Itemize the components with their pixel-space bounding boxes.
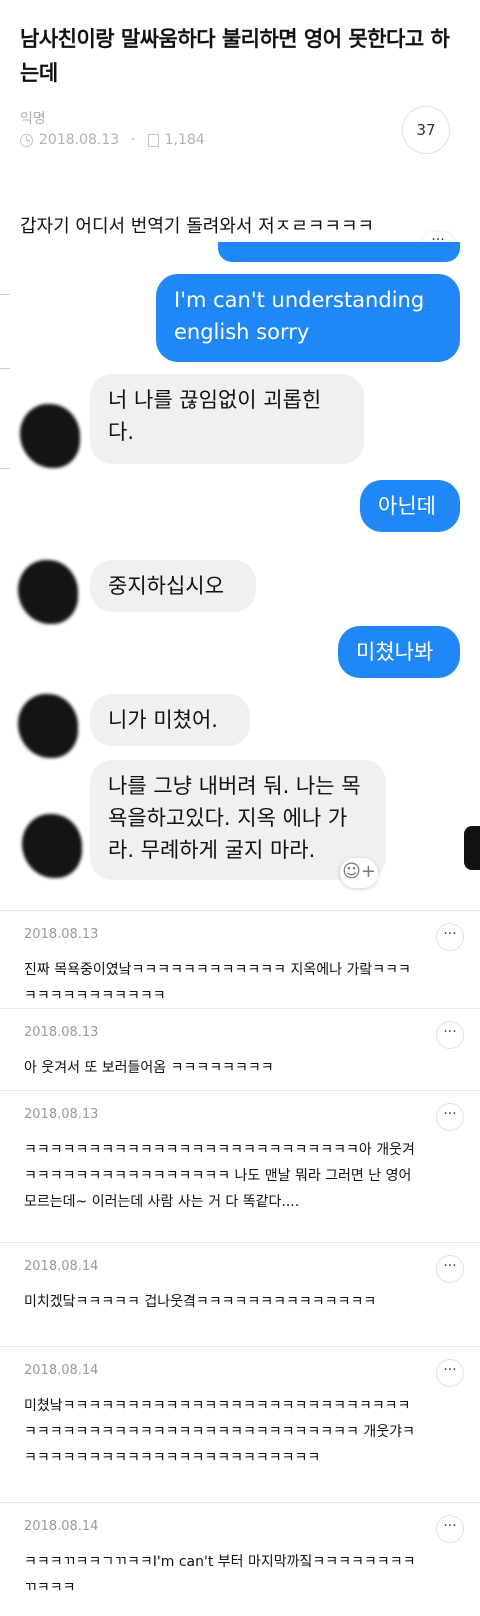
more-icon[interactable]: ··· [436, 1359, 464, 1387]
more-icon[interactable]: ··· [436, 1515, 464, 1543]
comment-text: 미쳤낰ㅋㅋㅋㅋㅋㅋㅋㅋㅋㅋㅋㅋㅋㅋㅋㅋㅋㅋㅋㅋㅋㅋㅋㅋㅋㅋㅋㅋㅋㅋㅋㅋㅋㅋㅋㅋㅋ… [24, 1398, 415, 1466]
clock-icon [20, 133, 33, 147]
more-icon[interactable]: ··· [436, 923, 464, 951]
cropped-shape [464, 826, 480, 870]
comment-date: 2018.08.14 [24, 1519, 99, 1534]
comment-item: 2018.08.13 ㅋㅋㅋㅋㅋㅋㅋㅋㅋㅋㅋㅋㅋㅋㅋㅋㅋㅋㅋㅋㅋㅋㅋㅋㅋㅋ아 개… [0, 1090, 480, 1242]
comment-text: ㅋㅋㅋㅋㅋㅋㅋㅋㅋㅋㅋㅋㅋㅋㅋㅋㅋㅋㅋㅋㅋㅋㅋㅋㅋㅋ아 개웃겨ㅋㅋㅋㅋㅋㅋㅋㅋㅋ… [24, 1142, 415, 1210]
post-meta: 2018.08.13 · 1,184 [20, 132, 205, 148]
avatar-obscured [18, 560, 78, 624]
edge-mark [0, 368, 10, 369]
comment-date: 2018.08.13 [24, 1025, 99, 1040]
message-bubble-partial [218, 242, 460, 262]
intro-caption: 갑자기 어디서 번역기 돌려와서 저ㅈㄹㅋㅋㅋㅋ [20, 216, 375, 237]
comment-date: 2018.08.13 [24, 1107, 99, 1122]
document-icon [147, 133, 159, 147]
comment-item: 2018.08.14 ㅋㅋㅋㄲㅋㅋㄱㄲㅋㅋI'm can't 부터 마지막까짘ㅋ… [0, 1502, 480, 1616]
comment-date: 2018.08.14 [24, 1363, 99, 1378]
post-title: 남사친이랑 말싸움하다 불리하면 영어 못한다고 하는데 [20, 27, 450, 85]
emoji-add-icon[interactable]: ☺+ [340, 858, 378, 888]
post-date: 2018.08.13 [39, 132, 120, 148]
message-bubble-sent: 미쳤나봐 [338, 626, 460, 678]
edge-mark [0, 468, 10, 469]
message-bubble-sent: I'm can't understanding english sorry [156, 274, 460, 362]
comment-item: 2018.08.14 미쳤낰ㅋㅋㅋㅋㅋㅋㅋㅋㅋㅋㅋㅋㅋㅋㅋㅋㅋㅋㅋㅋㅋㅋㅋㅋㅋㅋ… [0, 1346, 480, 1502]
more-icon[interactable]: ··· [436, 1255, 464, 1283]
avatar-obscured [20, 404, 80, 468]
avatar-obscured [22, 814, 82, 878]
view-count: 1,184 [164, 132, 205, 148]
author-name: 익명 [20, 111, 46, 127]
avatar-obscured [18, 694, 78, 758]
comment-item: 2018.08.13 아 웃겨서 또 보러들어옴 ㅋㅋㅋㅋㅋㅋㅋㅋ ··· [0, 1008, 480, 1090]
comment-item: 2018.08.13 진짜 목욕중이였낰ㅋㅋㅋㅋㅋㅋㅋㅋㅋㅋㅋㅋ 지옥에나 가랔… [0, 910, 480, 1008]
comment-date: 2018.08.13 [24, 927, 99, 942]
message-bubble-received: 중지하십시오 [90, 560, 256, 612]
edge-mark [0, 294, 10, 295]
chat-screenshot: 갑자기 어디서 번역기 돌려와서 저ㅈㄹㅋㅋㅋㅋ ··· I'm can't u… [0, 178, 480, 910]
comment-date: 2018.08.14 [24, 1259, 99, 1274]
more-icon[interactable]: ··· [436, 1021, 464, 1049]
comment-text: 진짜 목욕중이였낰ㅋㅋㅋㅋㅋㅋㅋㅋㅋㅋㅋㅋ 지옥에나 가랔ㅋㅋㅋㅋㅋㅋㅋㅋㅋㅋㅋ… [24, 962, 411, 1004]
comment-count-button[interactable]: 37 [402, 106, 450, 154]
comment-text: 아 웃겨서 또 보러들어옴 ㅋㅋㅋㅋㅋㅋㅋㅋ [24, 1060, 274, 1076]
message-bubble-received: 너 나를 끊임없이 괴롭힌다. [90, 374, 364, 464]
comment-text: 미치겠닼ㅋㅋㅋㅋㅋ 겁나웃곀ㅋㅋㅋㅋㅋㅋㅋㅋㅋㅋㅋㅋㅋㅋ [24, 1294, 377, 1310]
message-bubble-received: 니가 미쳤어. [90, 694, 250, 746]
message-bubble-sent: 아닌데 [360, 480, 460, 532]
post-header: 남사친이랑 말싸움하다 불리하면 영어 못한다고 하는데 [20, 22, 460, 90]
comment-item: 2018.08.14 미치겠닼ㅋㅋㅋㅋㅋ 겁나웃곀ㅋㅋㅋㅋㅋㅋㅋㅋㅋㅋㅋㅋㅋㅋ … [0, 1242, 480, 1346]
comment-text: ㅋㅋㅋㄲㅋㅋㄱㄲㅋㅋI'm can't 부터 마지막까짘ㅋㅋㅋㅋㅋㅋㅋㅋㄲㅋㅋㅋ [24, 1554, 416, 1596]
meta-separator: · [131, 132, 136, 148]
more-icon[interactable]: ··· [436, 1103, 464, 1131]
